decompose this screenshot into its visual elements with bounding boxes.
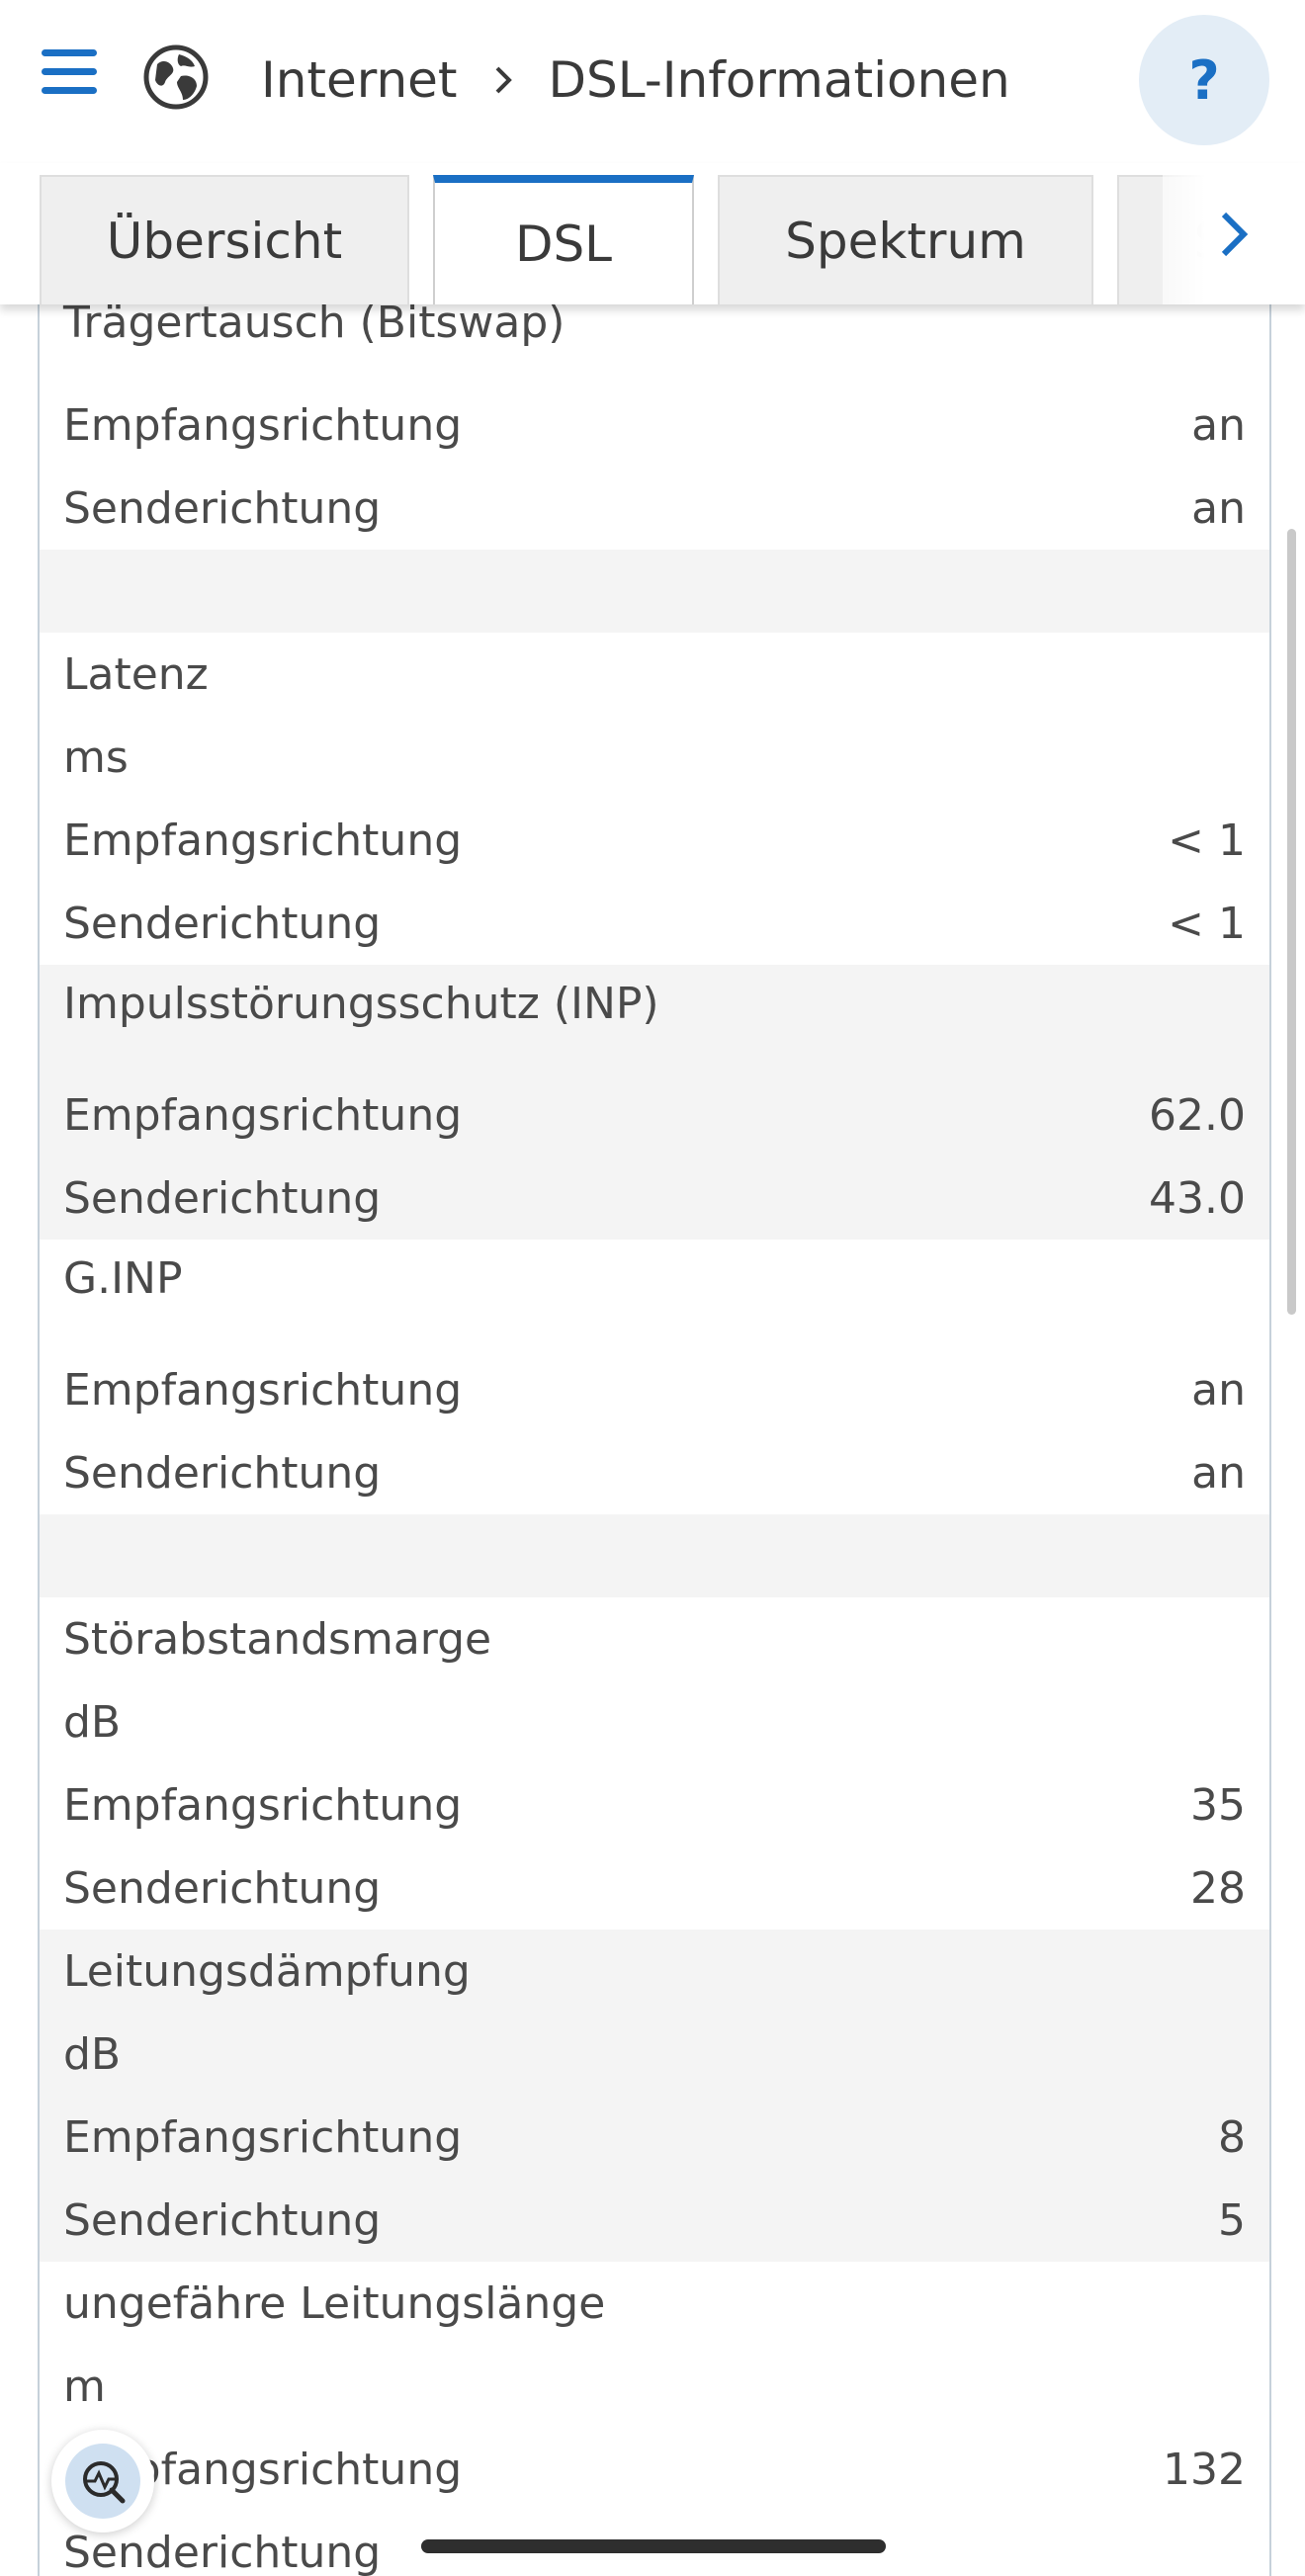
- row-label: Empfangsrichtung: [63, 815, 463, 866]
- row-value: 28: [1190, 1862, 1246, 1914]
- table-row: Empfangsrichtung an: [40, 384, 1269, 467]
- section-header-inp: Impulsstörungsschutz (INP): [40, 965, 1269, 1073]
- table-row: Senderichtung < 1: [40, 882, 1269, 965]
- row-label: Senderichtung: [63, 1862, 382, 1914]
- unit-row: ms: [40, 716, 1269, 799]
- row-label: Störabstandsmarge: [63, 1613, 492, 1665]
- row-label: Empfangsrichtung: [63, 1364, 463, 1416]
- table-row: Empfangsrichtung 8: [40, 2096, 1269, 2179]
- row-value: an: [1191, 1364, 1246, 1416]
- globe-icon: [143, 44, 209, 110]
- scrollbar[interactable]: [1287, 529, 1296, 1315]
- table-row: Senderichtung an: [40, 1431, 1269, 1514]
- tab-spektrum[interactable]: Spektrum: [718, 175, 1093, 304]
- chevron-right-icon: [495, 66, 512, 94]
- tab-dsl[interactable]: DSL: [433, 175, 694, 304]
- row-value: 35: [1190, 1779, 1246, 1831]
- tab-uebersicht[interactable]: Übersicht: [40, 175, 409, 304]
- fab-inner: [65, 2444, 140, 2519]
- table-row: Senderichtung 43.0: [40, 1157, 1269, 1240]
- section-header-bitswap: Trägertausch (Bitswap): [40, 304, 1269, 364]
- row-label: Latenz: [63, 648, 209, 700]
- section-header-attenuation: Leitungsdämpfung: [40, 1930, 1269, 2013]
- row-label: m: [63, 2361, 106, 2412]
- row-label: Empfangsrichtung: [63, 399, 463, 451]
- section-header-line-length: ungefähre Leitungslänge: [40, 2262, 1269, 2345]
- breadcrumb-item-internet[interactable]: Internet: [261, 51, 458, 109]
- row-label: Senderichtung: [63, 898, 382, 949]
- row-label: ungefähre Leitungslänge: [63, 2277, 606, 2329]
- section-header-ginp: G.INP: [40, 1240, 1269, 1348]
- table-row: Empfangsrichtung an: [40, 1348, 1269, 1431]
- row-label: Empfangsrichtung: [63, 1779, 463, 1831]
- row-value: < 1: [1168, 898, 1246, 949]
- row-value: 132: [1163, 2444, 1246, 2495]
- row-label: Impulsstörungsschutz (INP): [63, 979, 659, 1029]
- row-label: Empfangsrichtung: [63, 1089, 463, 1141]
- unit-row: dB: [40, 1680, 1269, 1763]
- dsl-info-table: Trägertausch (Bitswap) Empfangsrichtung a…: [38, 304, 1271, 2576]
- row-value: an: [1191, 399, 1246, 451]
- row-value: an: [1191, 1447, 1246, 1499]
- row-label: dB: [63, 1696, 122, 1748]
- unit-row: dB: [40, 2013, 1269, 2096]
- table-row: Empfangsrichtung 132: [40, 2428, 1269, 2511]
- row-value: 62.0: [1149, 1089, 1246, 1141]
- row-label: Leitungsdämpfung: [63, 1945, 471, 1997]
- help-button[interactable]: ?: [1139, 15, 1269, 145]
- unit-row: m: [40, 2345, 1269, 2428]
- table-row: Senderichtung 5: [40, 2179, 1269, 2262]
- table-row: Empfangsrichtung 62.0: [40, 1073, 1269, 1157]
- row-label: Trägertausch (Bitswap): [63, 304, 566, 348]
- table-row: Empfangsrichtung 35: [40, 1763, 1269, 1846]
- menu-icon[interactable]: [42, 49, 97, 95]
- row-value: 8: [1218, 2111, 1246, 2163]
- chevron-right-icon: [1221, 212, 1249, 256]
- table-row: Senderichtung an: [40, 467, 1269, 550]
- section-header-latenz: Latenz: [40, 633, 1269, 716]
- spacer-row: [40, 550, 1269, 633]
- home-indicator: [421, 2539, 886, 2553]
- row-label: Senderichtung: [63, 2527, 382, 2576]
- row-value: < 1: [1168, 815, 1246, 866]
- diagnostics-icon: [83, 2461, 126, 2504]
- row-label: G.INP: [63, 1253, 183, 1304]
- breadcrumb: Internet DSL-Informationen: [261, 47, 1010, 113]
- row-label: Senderichtung: [63, 1172, 382, 1224]
- section-header-snr: Störabstandsmarge: [40, 1597, 1269, 1680]
- breadcrumb-item-current: DSL-Informationen: [548, 51, 1010, 109]
- table-row: Empfangsrichtung < 1: [40, 799, 1269, 882]
- row-label: dB: [63, 2028, 122, 2080]
- spacer-row: [40, 1514, 1269, 1597]
- tab-scroll-right-button[interactable]: [1163, 163, 1305, 304]
- top-bar: Internet DSL-Informationen ?: [0, 0, 1305, 163]
- row-value: 5: [1218, 2194, 1246, 2246]
- row-label: Senderichtung: [63, 1447, 382, 1499]
- row-value: an: [1191, 482, 1246, 534]
- row-value: 43.0: [1149, 1172, 1246, 1224]
- row-label: ms: [63, 731, 129, 783]
- row-label: Senderichtung: [63, 2194, 382, 2246]
- table-row: Senderichtung 28: [40, 1846, 1269, 1930]
- diagnostics-button[interactable]: [51, 2430, 154, 2533]
- row-label: Empfangsrichtung: [63, 2111, 463, 2163]
- row-label: Senderichtung: [63, 482, 382, 534]
- tab-bar: Übersicht DSL Spektrum Sta: [0, 163, 1305, 304]
